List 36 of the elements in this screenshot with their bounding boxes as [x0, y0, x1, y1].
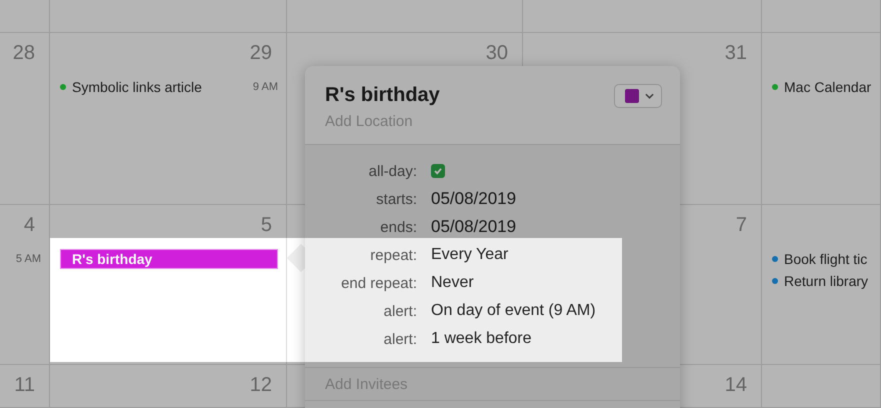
event-time: 9 AM — [252, 81, 278, 93]
field-value[interactable]: 1 week before — [431, 330, 532, 348]
field-value[interactable]: 05/08/2019 — [431, 217, 516, 237]
color-swatch — [625, 89, 639, 103]
event-time: 5 AM — [16, 253, 41, 265]
calendar-color-button[interactable] — [614, 84, 662, 108]
day-number: 5 — [260, 213, 273, 237]
chevron-down-icon — [645, 93, 654, 99]
field-label: end repeat: — [340, 274, 418, 292]
day-number: 7 — [736, 213, 748, 237]
field-value[interactable]: 05/08/2019 — [431, 189, 516, 209]
field-label: alert: — [382, 330, 418, 348]
day-number: 28 — [12, 41, 36, 65]
field-label: starts: — [375, 190, 418, 208]
field-value[interactable]: Every Year — [431, 246, 508, 264]
all-day-checkbox[interactable] — [431, 164, 445, 178]
field-label: all-day: — [368, 162, 418, 180]
event-title[interactable]: Book flight tic — [784, 251, 872, 267]
day-number: 4 — [24, 213, 36, 237]
day-number: 29 — [250, 41, 273, 65]
day-number: 31 — [724, 41, 748, 65]
day-number: 14 — [724, 373, 748, 397]
field-label: alert: — [382, 302, 418, 320]
event-title[interactable]: Mac Calendar — [784, 79, 872, 95]
field-label: ends: — [379, 218, 418, 236]
event-bar[interactable]: R's birthday — [60, 249, 278, 269]
field-value[interactable]: On day of event (9 AM) — [431, 302, 596, 320]
day-number: 12 — [250, 373, 273, 397]
checkmark-icon — [433, 166, 443, 176]
field-value[interactable]: Never — [431, 274, 474, 292]
event-title[interactable]: R's birthday — [325, 82, 440, 108]
event-title[interactable]: Return library — [784, 273, 872, 289]
day-number: 11 — [14, 373, 36, 397]
day-number: 30 — [486, 41, 509, 65]
field-label: repeat: — [369, 246, 418, 264]
event-title[interactable]: Symbolic links article — [72, 79, 247, 95]
